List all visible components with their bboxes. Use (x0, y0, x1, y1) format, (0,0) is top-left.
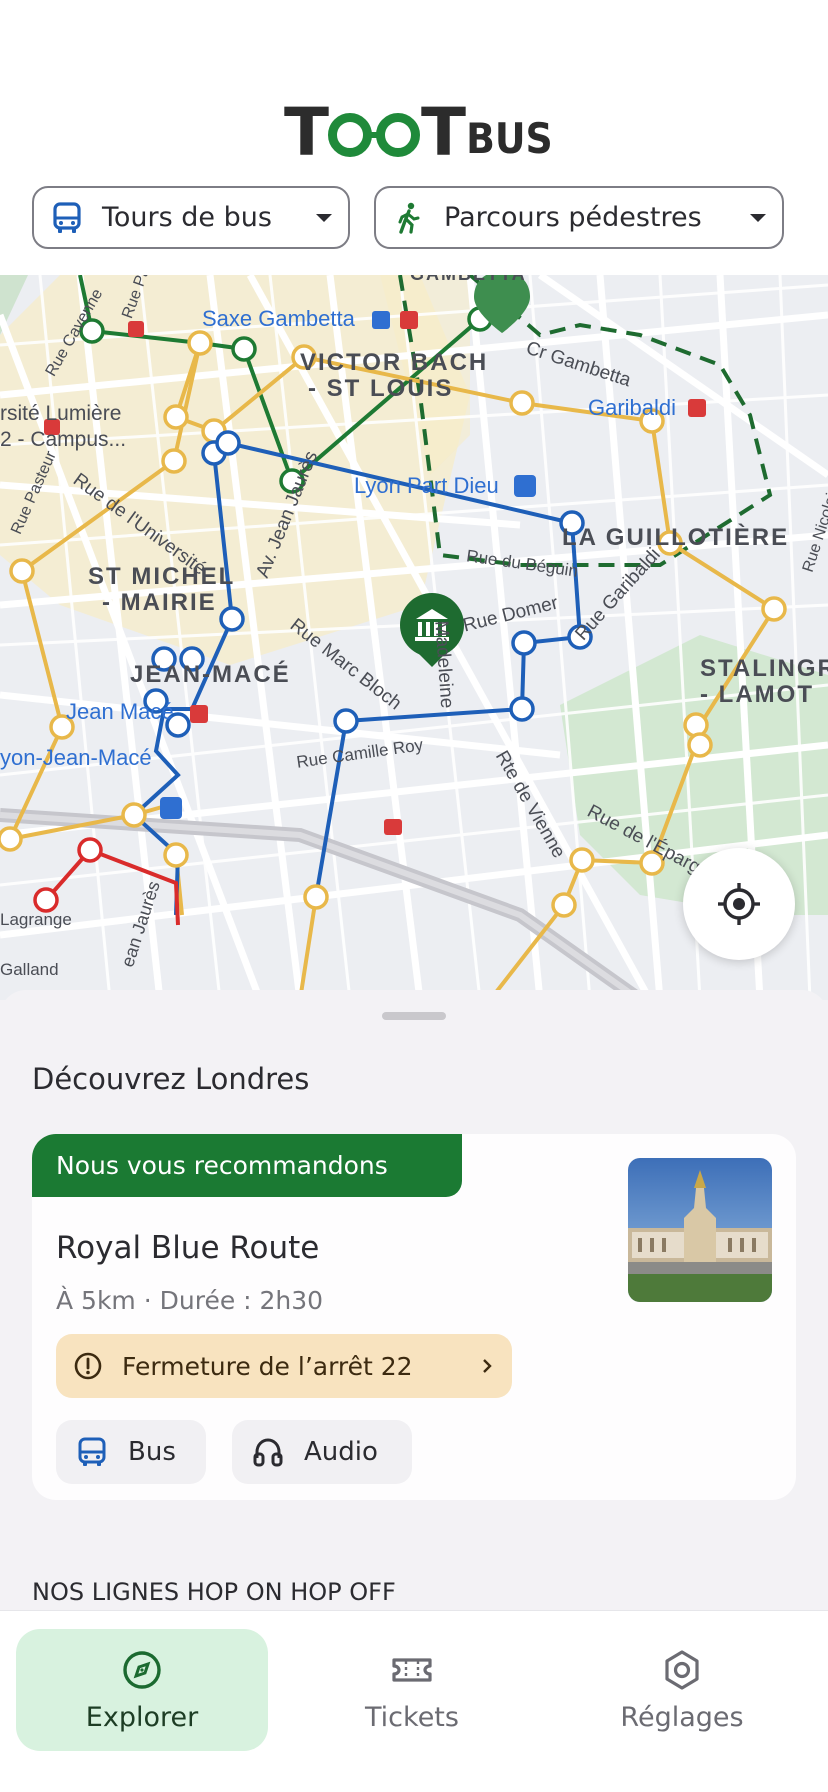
route-card[interactable]: Nous vous recommandons Royal Blue Route … (32, 1134, 796, 1500)
nav-label: Explorer (85, 1701, 199, 1733)
area-label: LA GUILLOTIÈRE (562, 524, 790, 551)
area-label: - LAMOT (700, 681, 814, 708)
stop-closure-alert[interactable]: Fermeture de l’arrêt 22 (56, 1334, 512, 1398)
station-label: Garibaldi (588, 395, 677, 420)
street-label: 2 - Campus... (0, 428, 127, 451)
area-label: GAMBETTA (410, 275, 527, 283)
compass-icon (123, 1650, 161, 1689)
discover-sheet: Découvrez Londres Nous vous recommandons… (0, 990, 828, 1610)
audio-chip: Audio (232, 1420, 412, 1484)
alert-text: Fermeture de l’arrêt 22 (122, 1351, 413, 1381)
bottom-navigation: Explorer Tickets Réglages (0, 1610, 828, 1792)
bus-tours-dropdown[interactable]: Tours de bus (32, 186, 350, 249)
chip-label: Bus (128, 1437, 176, 1467)
station-label: Jean Macé (66, 699, 174, 724)
nav-label: Réglages (620, 1701, 744, 1733)
station-label: Lyon Part Dieu (354, 473, 499, 498)
headphones-icon (253, 1438, 283, 1467)
drag-handle[interactable] (382, 1012, 446, 1020)
bus-tours-label: Tours de bus (102, 202, 272, 233)
bus-icon (78, 1437, 106, 1466)
walking-tours-label: Parcours pédestres (444, 202, 702, 233)
nav-explorer[interactable]: Explorer (16, 1629, 268, 1751)
street-label: Lagrange (0, 910, 72, 929)
ticket-icon (392, 1657, 432, 1682)
area-label: - MAIRIE (102, 589, 217, 616)
walking-tours-dropdown[interactable]: Parcours pédestres (374, 186, 784, 249)
app-logo: TT BUS (284, 96, 553, 166)
street-label: Galland (0, 960, 59, 979)
my-location-button[interactable] (683, 848, 795, 960)
route-map[interactable]: Saxe Gambetta Lyon Part Dieu Jean Macé G… (0, 275, 828, 1000)
area-label: VICTOR BACH (300, 349, 489, 376)
walking-person-icon (392, 201, 426, 235)
chip-label: Audio (304, 1437, 378, 1467)
recommended-badge: Nous vous recommandons (32, 1134, 462, 1197)
station-label: Saxe Gambetta (202, 306, 355, 331)
bus-chip: Bus (56, 1420, 206, 1484)
settings-icon (665, 1649, 699, 1690)
sheet-title: Découvrez Londres (32, 1062, 310, 1096)
app-screen: TT BUS Tours de bus Parcours pédestres S… (0, 0, 828, 1792)
bus-icon (50, 201, 84, 235)
area-label: - ST LOUIS (308, 375, 454, 402)
nav-settings[interactable]: Réglages (556, 1629, 808, 1751)
chevron-down-icon (750, 213, 766, 222)
chevron-down-icon (316, 213, 332, 222)
crosshair-icon (718, 883, 760, 925)
chevron-right-icon (483, 1359, 492, 1373)
logo-wordmark: TT (284, 94, 466, 171)
street-label: rsité Lumière (0, 402, 122, 425)
nav-tickets[interactable]: Tickets (286, 1629, 538, 1751)
nav-label: Tickets (365, 1701, 459, 1733)
route-meta: À 5km · Durée : 2h30 (56, 1286, 324, 1315)
area-label: JEAN-MACÉ (130, 661, 291, 688)
header: TT BUS Tours de bus Parcours pédestres (0, 0, 828, 275)
lines-section-title: NOS LIGNES HOP ON HOP OFF (32, 1578, 396, 1606)
route-thumbnail (628, 1158, 772, 1302)
area-label: STALINGR (700, 655, 828, 682)
route-title: Royal Blue Route (56, 1230, 320, 1266)
logo-sub: BUS (466, 114, 553, 163)
station-label: yon-Jean-Macé (0, 745, 152, 770)
area-label: ST MICHEL (88, 563, 236, 590)
warning-icon (74, 1352, 102, 1380)
